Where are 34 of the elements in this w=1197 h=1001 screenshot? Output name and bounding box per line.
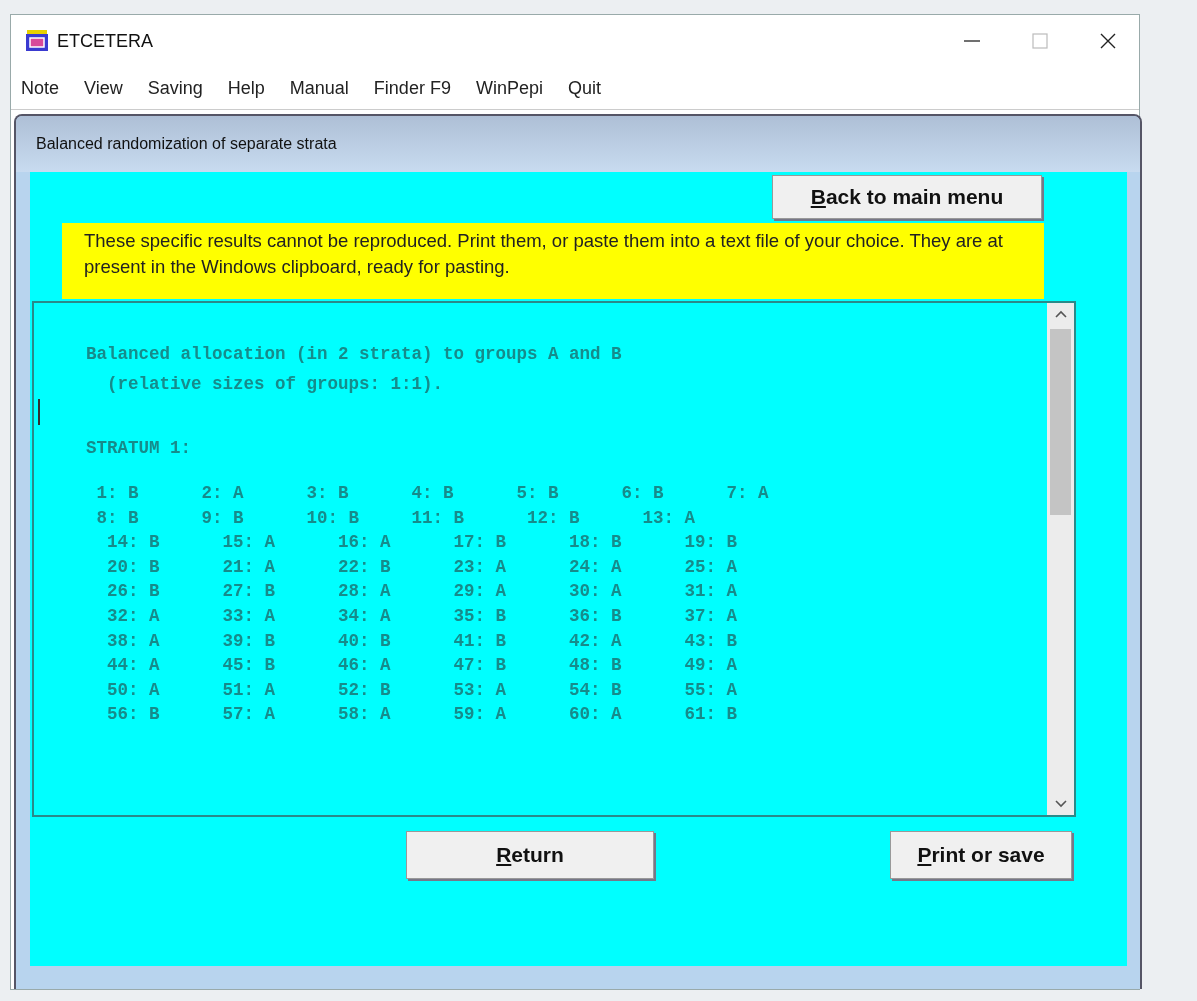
return-button[interactable]: Return — [406, 831, 654, 879]
menu-item[interactable]: Note — [21, 77, 60, 99]
output-line: (relative sizes of groups: 1:1). — [106, 373, 445, 396]
allocation-row-text: 8: B 9: B 10: B 11: B 12: B 13: A — [95, 506, 697, 530]
scroll-up-icon[interactable] — [1053, 309, 1068, 319]
allocation-row-text: 26: B 27: B 28: A 29: A 30: A 31: A — [106, 580, 739, 604]
allocation-row-text: 1: B 2: A 3: B 4: B 5: B 6: B 7: A — [95, 482, 770, 505]
output-line: Balanced allocation (in 2 strata) to groups A and B — [86, 343, 623, 366]
allocation-row-text: 20: B 21: A 22: B 23: A 24: A 25: A — [106, 555, 739, 579]
back-button[interactable]: Back to main menu — [772, 175, 1042, 219]
app-icon — [25, 30, 49, 52]
scroll-down-icon[interactable] — [1053, 799, 1068, 809]
menu-item[interactable]: Manual — [289, 77, 349, 99]
window-title: ETCETERA — [57, 30, 153, 52]
allocation-row-text: 14: B 15: A 16: A 17: B 18: B 19: B — [106, 531, 739, 555]
scrollbar[interactable] — [1047, 303, 1074, 815]
allocation-row-text: 56: B 57: A 58: A 59: A 60: A 61: B — [106, 703, 739, 727]
scroll-thumb[interactable] — [1050, 329, 1071, 515]
menu-item[interactable]: Help — [227, 77, 265, 99]
notice-banner: These specific results cannot be reproduced. Print them, or paste them into a text file of your choice. They are at present in the Windows clipboard, ready for pasting. — [62, 223, 1044, 299]
allocation-row-text: 44: A 45: B 46: A 47: B 48: B 49: A — [106, 654, 739, 678]
close-icon[interactable] — [1099, 32, 1117, 50]
menu-item[interactable]: Saving — [147, 77, 203, 99]
allocation-row-text: 50: A 51: A 52: B 53: A 54: B 55: A — [106, 678, 739, 702]
stratum-label: STRATUM 1: — [86, 437, 193, 460]
text-cursor — [38, 399, 40, 425]
dialog-title: Balanced randomization of separate strata — [16, 116, 1140, 172]
print-button[interactable]: Print or save — [890, 831, 1072, 879]
menu-item[interactable]: Quit — [567, 77, 601, 99]
menu-item[interactable]: WinPepi — [475, 77, 543, 99]
allocation-row-text: 38: A 39: B 40: B 41: B 42: A 43: B — [106, 629, 739, 653]
allocation-row-text: 32: A 33: A 34: A 35: B 36: B 37: A — [106, 604, 739, 628]
menu-item[interactable]: View — [84, 77, 123, 99]
menu-item[interactable]: Finder F9 — [373, 77, 451, 99]
